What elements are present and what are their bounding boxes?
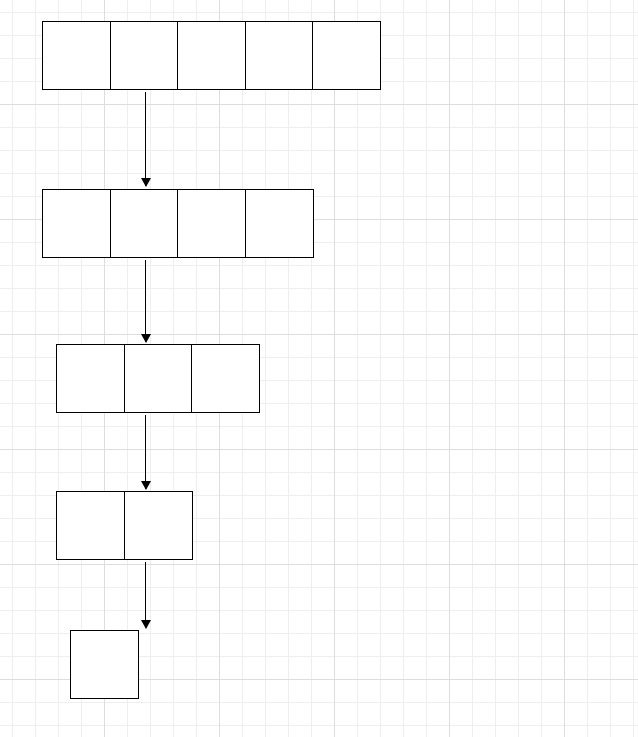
- box-cell: [110, 189, 179, 258]
- arrow-down-icon: [145, 260, 146, 342]
- box-cell: [245, 189, 314, 258]
- box-cell: [124, 491, 193, 560]
- box-cell: [245, 21, 314, 90]
- box-row: [42, 189, 314, 258]
- arrow-down-icon: [145, 415, 146, 489]
- box-cell: [70, 630, 139, 699]
- box-row: [56, 491, 193, 560]
- box-cell: [191, 344, 260, 413]
- box-cell: [177, 21, 246, 90]
- arrow-down-icon: [145, 92, 146, 186]
- box-cell: [177, 189, 246, 258]
- box-row: [70, 630, 139, 699]
- box-cell: [56, 491, 125, 560]
- box-cell: [42, 189, 111, 258]
- box-cell: [312, 21, 381, 90]
- box-cell: [124, 344, 193, 413]
- diagram-canvas: [0, 0, 638, 737]
- box-cell: [56, 344, 125, 413]
- arrow-down-icon: [145, 562, 146, 628]
- box-cell: [42, 21, 111, 90]
- box-cell: [110, 21, 179, 90]
- box-row: [42, 21, 381, 90]
- box-row: [56, 344, 260, 413]
